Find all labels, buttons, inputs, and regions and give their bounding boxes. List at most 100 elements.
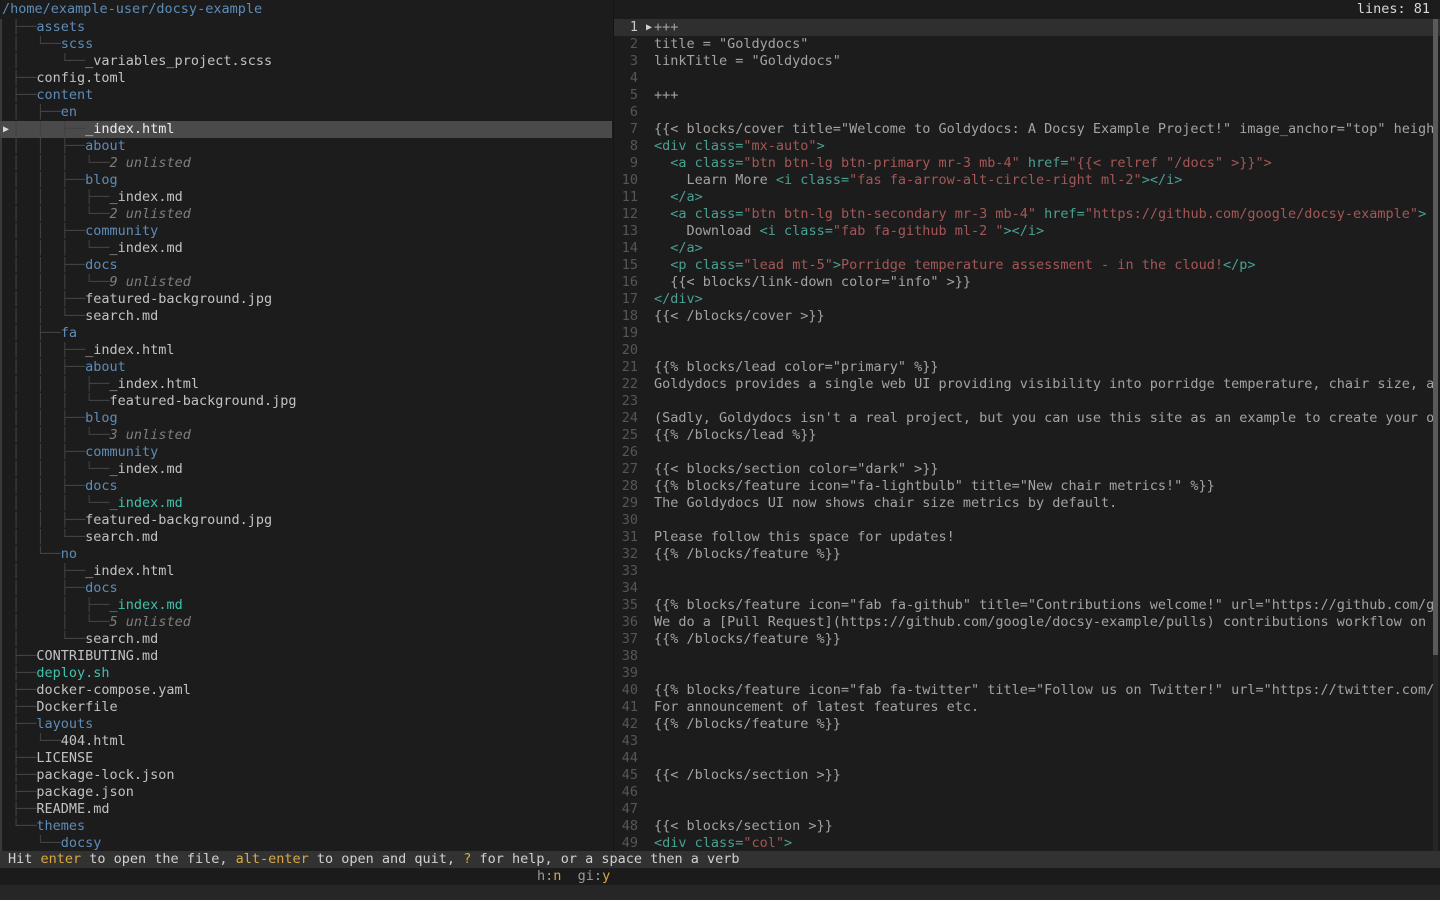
line-number: 37 — [614, 631, 638, 648]
tree-item[interactable]: │ │ ├──community — [0, 223, 612, 240]
tree-item[interactable]: │ │ ├──blog — [0, 172, 612, 189]
tree-item[interactable]: ├──package-lock.json — [0, 767, 612, 784]
tree-item[interactable]: │ │ ├──_index.md — [0, 597, 612, 614]
tree-item[interactable]: ├──Dockerfile — [0, 699, 612, 716]
line-number: 21 — [614, 359, 638, 376]
tree-item[interactable]: │ │ └──5 unlisted — [0, 614, 612, 631]
tree-item[interactable]: ├──docker-compose.yaml — [0, 682, 612, 699]
tree-item[interactable]: │ ├──_index.html — [0, 563, 612, 580]
tree-item[interactable]: │ └──search.md — [0, 631, 612, 648]
code-line: 18{{< /blocks/cover >}} — [614, 308, 1440, 325]
tree-item[interactable]: │ ├──fa — [0, 325, 612, 342]
code-view: 1▶+++2title = "Goldydocs"3linkTitle = "G… — [614, 19, 1440, 852]
tree-item[interactable]: │ │ ├──docs — [0, 257, 612, 274]
tree-item[interactable]: │ │ │ └──2 unlisted — [0, 155, 612, 172]
tree-item[interactable]: │ │ ├──_index.html — [0, 342, 612, 359]
preview-scrollbar[interactable] — [1433, 19, 1438, 852]
tree-item[interactable]: ├──CONTRIBUTING.md — [0, 648, 612, 665]
line-number: 16 — [614, 274, 638, 291]
line-number: 48 — [614, 818, 638, 835]
line-number: 9 — [614, 155, 638, 172]
tree-item[interactable]: │ │ ├──about — [0, 359, 612, 376]
line-number: 20 — [614, 342, 638, 359]
line-number: 1 — [614, 19, 638, 36]
preview-scrollbar-thumb[interactable] — [1433, 19, 1438, 655]
tree-item[interactable]: │ ├──docs — [0, 580, 612, 597]
line-number: 24 — [614, 410, 638, 427]
code-line: 17</div> — [614, 291, 1440, 308]
bottom-fill — [0, 885, 1440, 900]
code-line: 31Please follow this space for updates! — [614, 529, 1440, 546]
tree-item[interactable]: │ │ ├──about — [0, 138, 612, 155]
tree-item[interactable]: ▶│ │ ├──_index.html — [0, 121, 612, 138]
tree-item[interactable]: │ │ │ └──featured-background.jpg — [0, 393, 612, 410]
code-line: 36We do a [Pull Request](https://github.… — [614, 614, 1440, 631]
tree-item[interactable]: ├──deploy.sh — [0, 665, 612, 682]
line-number: 49 — [614, 835, 638, 852]
tree-item[interactable]: │ │ ├──docs — [0, 478, 612, 495]
code-line: 45{{< /blocks/section >}} — [614, 767, 1440, 784]
tree-item[interactable]: │ │ │ └──_index.md — [0, 461, 612, 478]
tree-item[interactable]: └──docsy — [0, 835, 612, 851]
code-line: 29The Goldydocs UI now shows chair size … — [614, 495, 1440, 512]
code-line: 2title = "Goldydocs" — [614, 36, 1440, 53]
tree-item[interactable]: ├──config.toml — [0, 70, 612, 87]
tree-item[interactable]: │ │ ├──community — [0, 444, 612, 461]
line-number: 25 — [614, 427, 638, 444]
line-number: 41 — [614, 699, 638, 716]
code-line: 44 — [614, 750, 1440, 767]
preview-selection-pointer-icon: ▶ — [646, 19, 652, 36]
tree-item[interactable]: │ │ └──search.md — [0, 529, 612, 546]
tree-item[interactable]: ├──assets — [0, 19, 612, 36]
tree-item[interactable]: │ │ │ └──9 unlisted — [0, 274, 612, 291]
tree-item[interactable]: ├──package.json — [0, 784, 612, 801]
line-number: 44 — [614, 750, 638, 767]
code-line: 42{{% /blocks/feature %}} — [614, 716, 1440, 733]
code-line: 39 — [614, 665, 1440, 682]
code-line: 33 — [614, 563, 1440, 580]
code-line: 16 {{< blocks/link-down color="info" >}} — [614, 274, 1440, 291]
tree-item[interactable]: │ │ ├──featured-background.jpg — [0, 512, 612, 529]
tree-item[interactable]: │ ├──en — [0, 104, 612, 121]
code-line: 32{{% /blocks/feature %}} — [614, 546, 1440, 563]
line-number: 28 — [614, 478, 638, 495]
tree-item[interactable]: │ │ │ └──2 unlisted — [0, 206, 612, 223]
tree-item[interactable]: │ │ │ └──3 unlisted — [0, 427, 612, 444]
tree-item[interactable]: ├──content — [0, 87, 612, 104]
tree-item[interactable]: │ │ │ └──_index.md — [0, 495, 612, 512]
tree-item[interactable]: │ └──no — [0, 546, 612, 563]
code-line: 47 — [614, 801, 1440, 818]
tree-item[interactable]: │ │ │ ├──_index.md — [0, 189, 612, 206]
line-number: 46 — [614, 784, 638, 801]
line-number: 18 — [614, 308, 638, 325]
code-line: 37{{% /blocks/feature %}} — [614, 631, 1440, 648]
tree-item[interactable]: │ │ │ └──_index.md — [0, 240, 612, 257]
tree-item[interactable]: ├──README.md — [0, 801, 612, 818]
tree-item[interactable]: │ │ ├──featured-background.jpg — [0, 291, 612, 308]
code-line: 40{{% blocks/feature icon="fab fa-twitte… — [614, 682, 1440, 699]
code-line: 5+++ — [614, 87, 1440, 104]
line-number: 32 — [614, 546, 638, 563]
code-line: 48{{< blocks/section >}} — [614, 818, 1440, 835]
line-number: 23 — [614, 393, 638, 410]
code-line: 24(Sadly, Goldydocs isn't a real project… — [614, 410, 1440, 427]
tree-item[interactable]: │ └──404.html — [0, 733, 612, 750]
tree-item[interactable]: │ │ └──search.md — [0, 308, 612, 325]
line-number: 39 — [614, 665, 638, 682]
tree-item[interactable]: ├──layouts — [0, 716, 612, 733]
tree-item[interactable]: │ │ ├──blog — [0, 410, 612, 427]
line-number: 6 — [614, 104, 638, 121]
tree-item[interactable]: │ │ │ ├──_index.html — [0, 376, 612, 393]
code-line: 41For announcement of latest features et… — [614, 699, 1440, 716]
line-number: 26 — [614, 444, 638, 461]
tree-item[interactable]: │ └──_variables_project.scss — [0, 53, 612, 70]
line-number: 30 — [614, 512, 638, 529]
tree-item[interactable]: └──themes — [0, 818, 612, 835]
line-number: 3 — [614, 53, 638, 70]
line-number: 14 — [614, 240, 638, 257]
line-number: 40 — [614, 682, 638, 699]
tree-item[interactable]: ├──LICENSE — [0, 750, 612, 767]
command-input-line[interactable]: :e h:n gi:y — [0, 868, 1440, 885]
line-number: 13 — [614, 223, 638, 240]
tree-item[interactable]: │ └──scss — [0, 36, 612, 53]
